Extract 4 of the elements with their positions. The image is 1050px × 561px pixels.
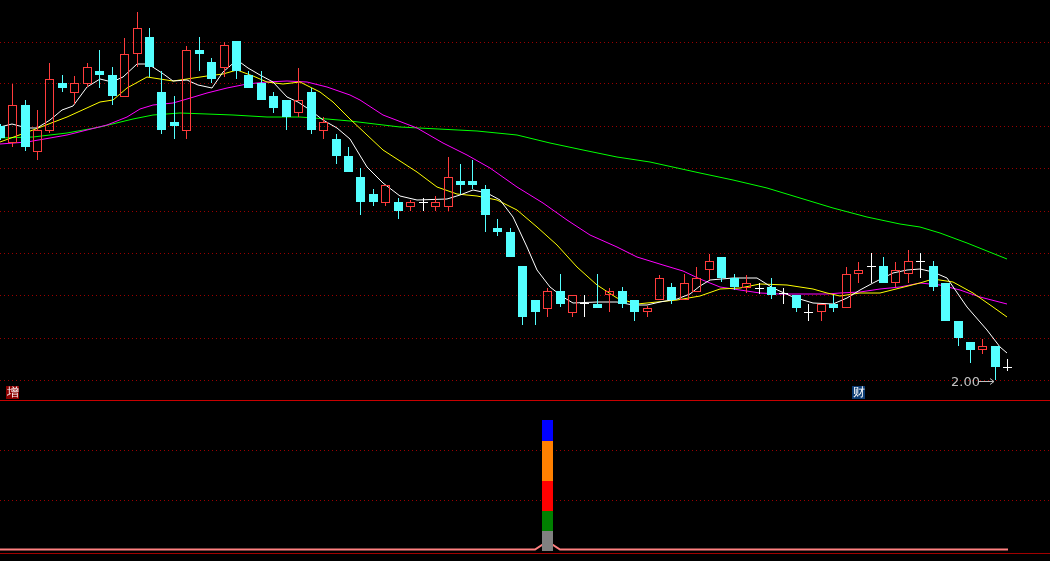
price-label: 2.00 (951, 374, 980, 389)
event-badge: 财 (852, 386, 865, 399)
event-badge: 增 (6, 386, 19, 399)
leader-arrow (978, 378, 995, 385)
